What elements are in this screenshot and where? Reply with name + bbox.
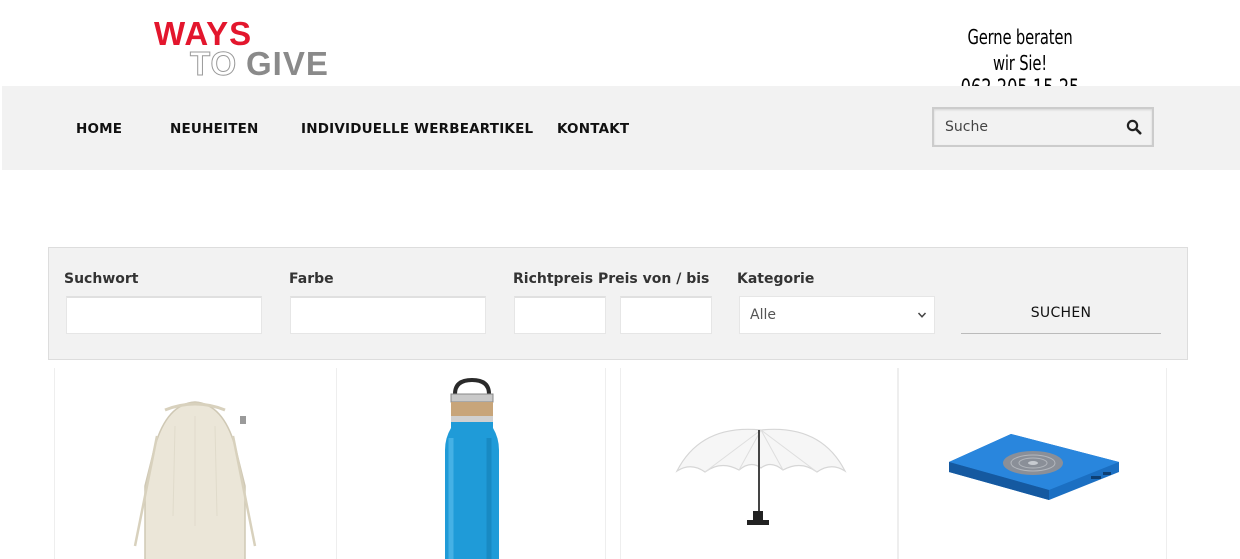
price-to-input[interactable] xyxy=(620,296,712,334)
main-navigation: HOME NEUHEITEN INDIVIDUELLE WERBEARTIKEL… xyxy=(2,86,1240,170)
contact-tagline: Gerne beraten wir Sie! xyxy=(967,25,1073,75)
powerbank-image[interactable] xyxy=(941,428,1131,508)
product-card[interactable] xyxy=(898,368,1167,559)
nav-item-individuelle-werbeartikel[interactable]: INDIVIDUELLE WERBEARTIKEL xyxy=(301,121,533,137)
product-filter-form: Suchwort Farbe Richtpreis Preis von / bi… xyxy=(48,247,1188,360)
keyword-label: Suchwort xyxy=(64,271,139,287)
color-label: Farbe xyxy=(289,271,334,287)
logo-text-give: GIVE xyxy=(246,45,329,78)
category-label: Kategorie xyxy=(737,271,815,287)
site-search xyxy=(932,107,1154,147)
chevron-down-icon xyxy=(917,312,927,318)
umbrella-image[interactable] xyxy=(671,426,851,531)
search-input[interactable] xyxy=(934,109,1114,145)
logo-text-to: TO xyxy=(190,45,237,78)
product-card[interactable] xyxy=(620,368,898,559)
drawstring-bag-image[interactable] xyxy=(95,396,295,559)
product-card[interactable] xyxy=(336,368,606,559)
price-from-input[interactable] xyxy=(514,296,606,334)
color-input[interactable] xyxy=(290,296,486,334)
ways-to-give-logo[interactable]: WAYS TO GIVE xyxy=(154,14,348,78)
category-select[interactable]: Alle xyxy=(739,296,935,334)
search-icon[interactable] xyxy=(1126,119,1142,135)
search-submit-button[interactable]: SUCHEN xyxy=(961,292,1161,334)
nav-item-neuheiten[interactable]: NEUHEITEN xyxy=(170,121,259,137)
nav-item-kontakt[interactable]: KONTAKT xyxy=(557,121,629,137)
price-label: Richtpreis Preis von / bis xyxy=(513,271,710,287)
category-selected-value: Alle xyxy=(750,307,776,323)
nav-item-home[interactable]: HOME xyxy=(76,121,122,137)
product-grid xyxy=(54,368,1168,559)
water-bottle-image[interactable] xyxy=(437,378,507,559)
site-header: WAYS TO GIVE Gerne beraten wir Sie! 062 … xyxy=(0,0,1240,101)
product-card[interactable] xyxy=(54,368,337,559)
keyword-input[interactable] xyxy=(66,296,262,334)
